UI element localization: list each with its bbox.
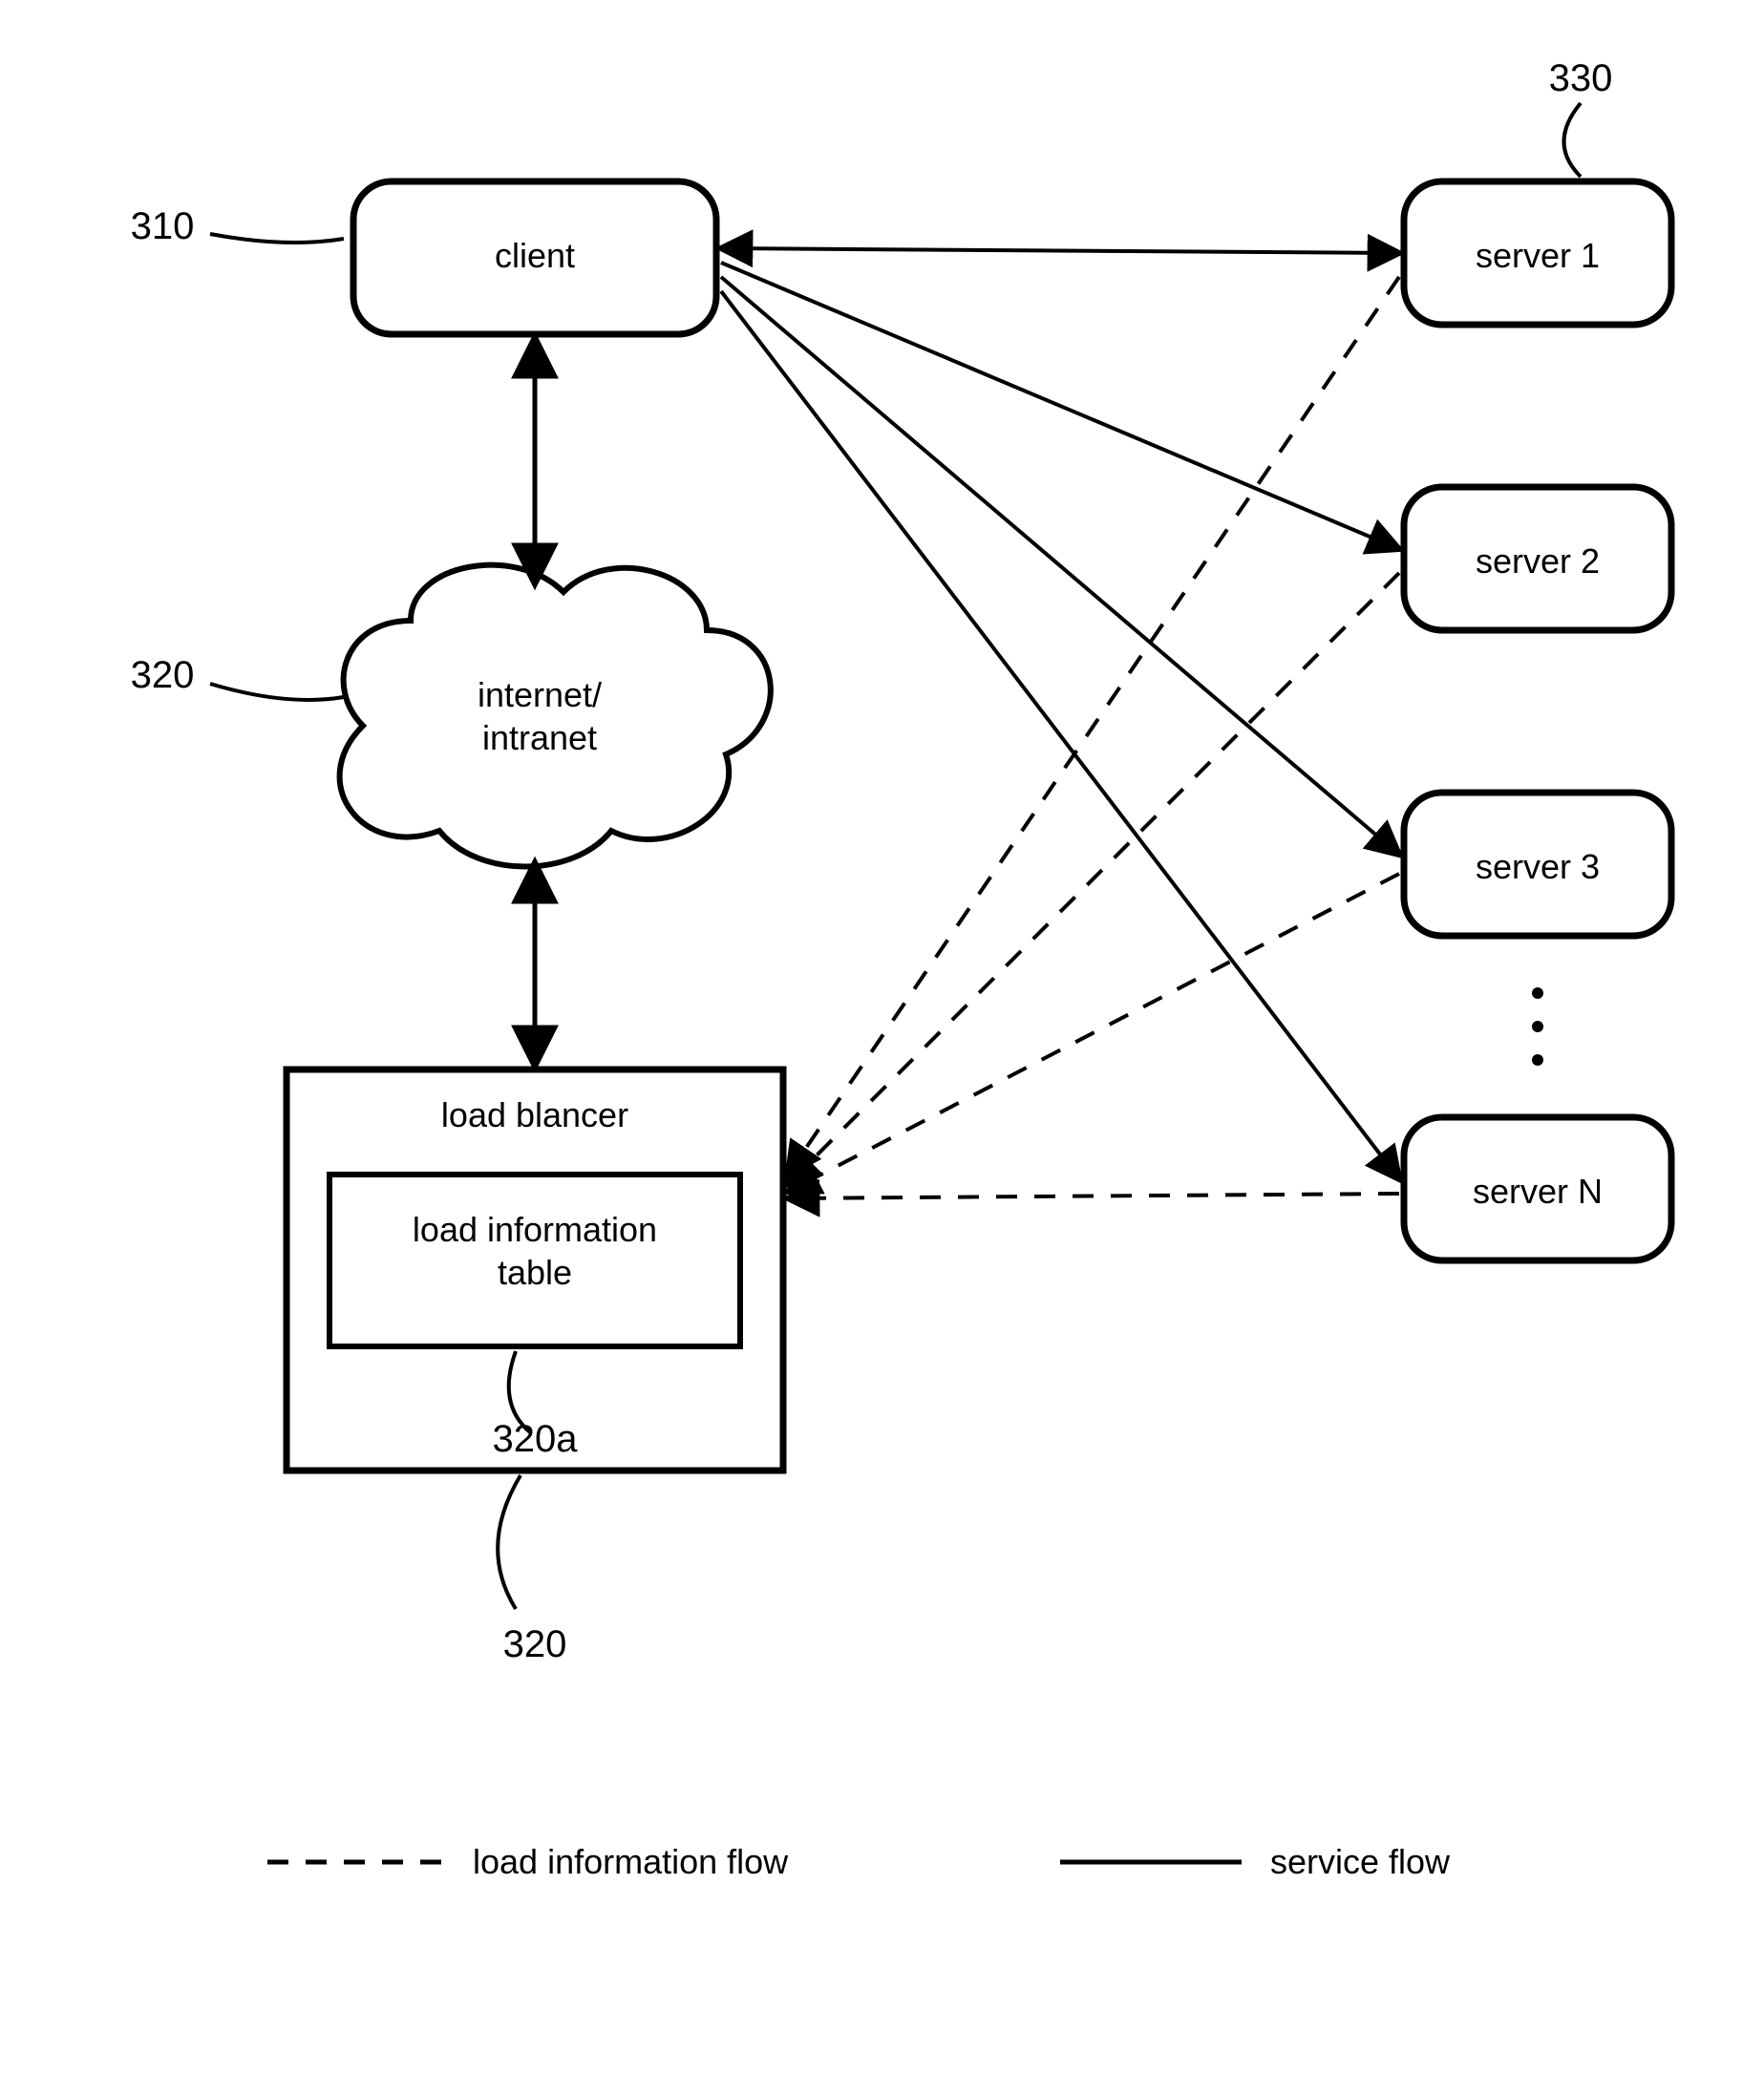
ref-load-table: 320a [493, 1418, 579, 1460]
server-ellipsis [1532, 987, 1543, 1066]
network-cloud [340, 565, 771, 867]
ref-servers: 330 [1549, 57, 1613, 99]
edge-server2-lb [788, 573, 1399, 1184]
ref-network: 320 [131, 654, 195, 696]
diagram-canvas: client 310 internet/ intranet 320 load b… [0, 0, 1764, 2075]
server-n-label: server N [1473, 1172, 1603, 1211]
client-label: client [495, 236, 575, 275]
ref-client-leader [210, 234, 344, 243]
ref-network-leader [210, 684, 344, 700]
ref-load-balancer: 320 [503, 1623, 567, 1665]
ref-load-balancer-leader [498, 1475, 521, 1609]
network-label-1: internet/ [478, 675, 602, 714]
ref-servers-leader [1564, 103, 1582, 177]
load-table-label-2: table [498, 1253, 572, 1292]
legend-solid-label: service flow [1270, 1842, 1451, 1881]
network-label-2: intranet [482, 718, 597, 757]
edge-client-server1 [721, 248, 1399, 253]
edge-server3-lb [788, 874, 1399, 1192]
legend-dashed-label: load information flow [473, 1842, 789, 1881]
edge-serverN-lb [788, 1194, 1399, 1198]
ref-client: 310 [131, 205, 195, 247]
edge-client-server3 [721, 277, 1399, 855]
server-2-label: server 2 [1476, 541, 1600, 581]
server-1-label: server 1 [1476, 236, 1600, 275]
server-3-label: server 3 [1476, 847, 1600, 886]
load-balancer-label: load blancer [441, 1095, 628, 1134]
load-table-label-1: load information [413, 1210, 657, 1249]
edge-client-serverN [721, 291, 1399, 1179]
edge-client-server2 [721, 263, 1399, 549]
legend: load information flow service flow [267, 1842, 1451, 1881]
